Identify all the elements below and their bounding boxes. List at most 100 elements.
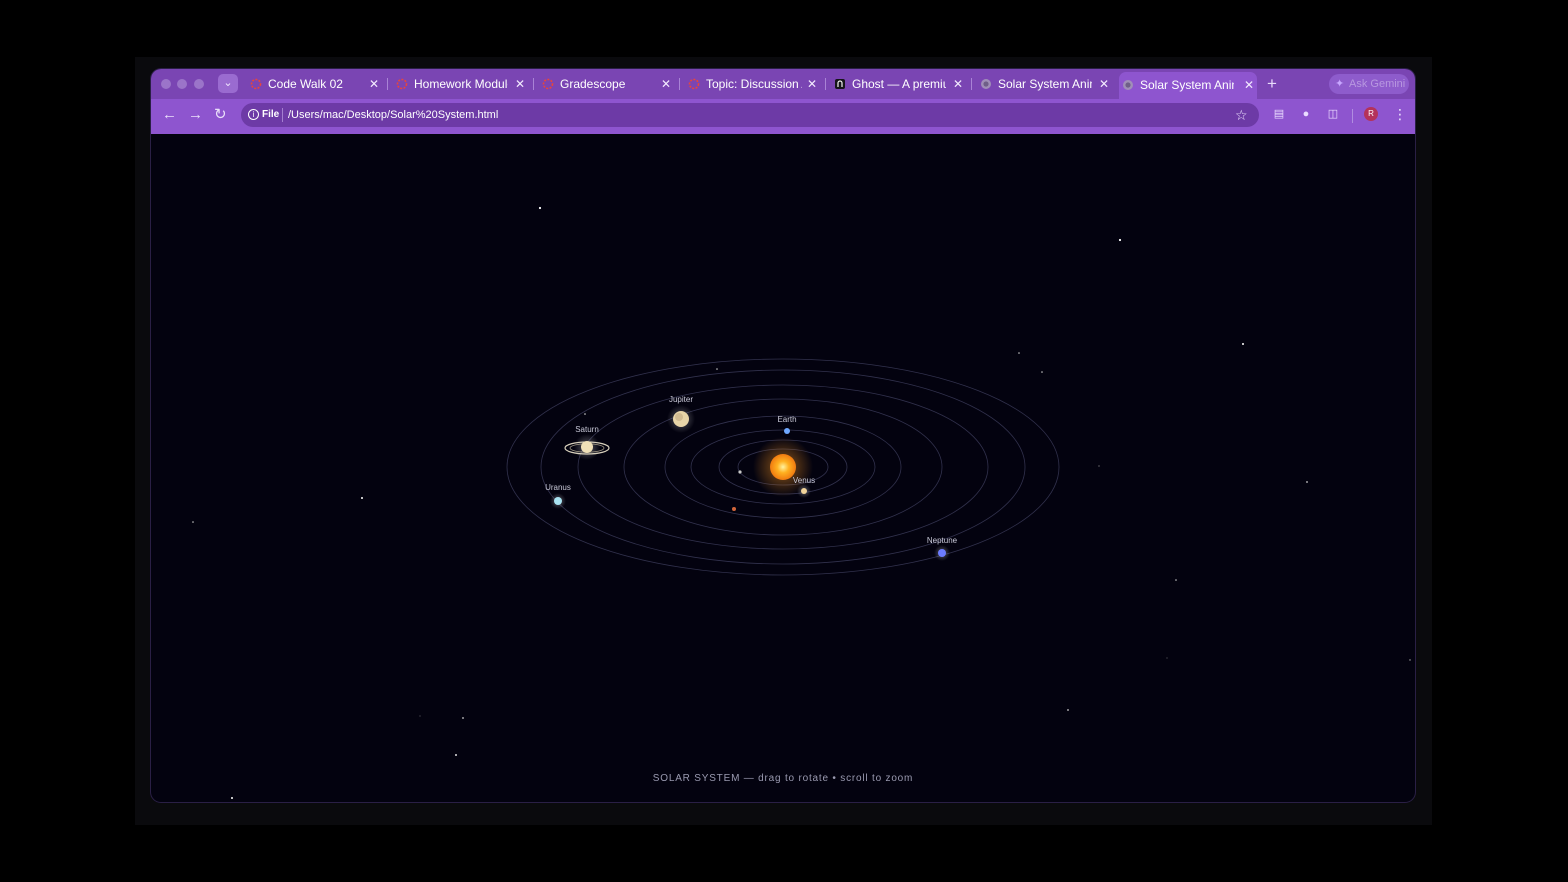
back-arrow-icon[interactable]: ← [162,106,177,124]
neptune-label: Neptune [927,536,958,545]
tab-title: Topic: Discussion Acti [706,77,802,91]
planet-mars[interactable] [732,507,736,511]
ask-gemini-label: Ask Gemini [1349,78,1406,90]
venus-label: Venus [793,476,815,485]
tab-title: Solar System Animatio [998,77,1092,91]
tab-close-icon[interactable]: ✕ [515,73,525,95]
minimize-window-button[interactable] [177,79,187,89]
bookmark-star-icon[interactable]: ☆ [1235,105,1248,125]
tab-separator [971,78,972,90]
scheme-chip[interactable]: File [262,107,279,123]
address-bar[interactable]: i File /Users/mac/Desktop/Solar%20System… [241,103,1259,127]
info-icon[interactable]: i [248,109,259,120]
star [1118,238,1122,242]
star [192,521,194,523]
planet-earth[interactable]: Earth [777,415,797,434]
star [231,797,233,799]
ghost-icon [835,79,845,89]
tab-close-icon[interactable]: ✕ [1244,72,1254,99]
tab-ghost[interactable]: Ghost — A premium lo ✕ [831,73,965,95]
close-window-button[interactable] [161,79,171,89]
tab-bar: ⌄ Code Walk 02 ✕ Homework Modules 0 ✕ Gr… [151,69,1415,99]
tab-title: Gradescope [560,77,626,91]
star [462,717,464,719]
toolbar-separator [1352,109,1353,123]
tab-solar-system-active[interactable]: Solar System Animatio ✕ [1119,72,1257,99]
planet-mercury[interactable] [738,470,742,474]
tab-title: Code Walk 02 [268,77,343,91]
venus-body[interactable] [801,488,807,494]
star [361,497,363,499]
tab-separator [679,78,680,90]
globe-icon [1123,80,1133,90]
mercury-body[interactable] [738,470,742,474]
jupiter-band [675,413,683,421]
jupiter-label: Jupiter [669,395,693,404]
star [716,368,718,370]
browser-window: ⌄ Code Walk 02 ✕ Homework Modules 0 ✕ Gr… [151,69,1415,802]
solar-system-canvas[interactable]: Venus Earth Jupiter Saturn Uranus Neptun… [151,134,1415,802]
tab-gradescope[interactable]: Gradescope ✕ [539,73,673,95]
tab-groups-icon[interactable]: ▤ [1272,107,1286,121]
neptune-body[interactable] [938,549,946,557]
browser-toolbar: ← → ↻ i File /Users/mac/Desktop/Solar%20… [151,99,1415,132]
solar-system-svg[interactable]: Venus Earth Jupiter Saturn Uranus Neptun… [151,134,1415,802]
planet-neptune[interactable]: Neptune [927,536,958,561]
star [1409,659,1411,661]
ask-gemini-button[interactable]: ✦ Ask Gemini [1329,74,1409,94]
address-divider [282,108,283,122]
incognito-extension-icon[interactable]: ● [1299,107,1313,121]
tab-code-walk[interactable]: Code Walk 02 ✕ [247,73,381,95]
tab-solar-system-1[interactable]: Solar System Animatio ✕ [977,73,1111,95]
tab-close-icon[interactable]: ✕ [807,73,817,95]
tab-title: Homework Modules 0 [414,77,508,91]
globe-icon [981,79,991,89]
star [1098,465,1100,467]
canvas-icon [396,78,408,90]
star [419,715,421,717]
url-text[interactable]: /Users/mac/Desktop/Solar%20System.html [288,106,498,124]
new-tab-button[interactable]: + [1267,73,1277,95]
planet-uranus[interactable]: Uranus [545,483,571,509]
saturn-label: Saturn [575,425,599,434]
star [1242,343,1244,345]
gemini-sparkle-icon: ✦ [1335,78,1345,90]
star [455,754,457,756]
star [1018,352,1020,354]
mars-body[interactable] [732,507,736,511]
tab-close-icon[interactable]: ✕ [953,73,963,95]
star [1306,481,1308,483]
extensions-puzzle-icon[interactable]: ◫ [1326,107,1340,121]
uranus-body[interactable] [554,497,562,505]
tab-homework-modules[interactable]: Homework Modules 0 ✕ [393,73,527,95]
tab-close-icon[interactable]: ✕ [1099,73,1109,95]
earth-body[interactable] [784,428,790,434]
maximize-window-button[interactable] [194,79,204,89]
canvas-icon [542,78,554,90]
tab-search-chevron-icon[interactable]: ⌄ [218,74,238,93]
star [1041,371,1043,373]
reload-icon[interactable]: ↻ [214,106,227,124]
saturn-body[interactable] [581,441,593,453]
tab-separator [387,78,388,90]
tab-title: Solar System Animatio [1140,78,1234,92]
tab-separator [533,78,534,90]
canvas-icon [688,78,700,90]
kebab-menu-icon[interactable]: ⋮ [1393,105,1407,123]
planet-saturn[interactable]: Saturn [564,425,610,460]
star [538,206,542,210]
star [584,413,586,415]
tab-separator [825,78,826,90]
profile-avatar[interactable]: R [1364,107,1378,121]
tab-close-icon[interactable]: ✕ [369,73,379,95]
star [1166,657,1168,659]
forward-arrow-icon[interactable]: → [188,106,203,124]
earth-label: Earth [777,415,796,424]
tab-close-icon[interactable]: ✕ [661,73,671,95]
star [1175,579,1177,581]
uranus-label: Uranus [545,483,571,492]
canvas-icon [250,78,262,90]
tab-discussion-topic[interactable]: Topic: Discussion Acti ✕ [685,73,819,95]
tab-title: Ghost — A premium lo [852,77,946,91]
planet-jupiter[interactable]: Jupiter [667,395,695,433]
